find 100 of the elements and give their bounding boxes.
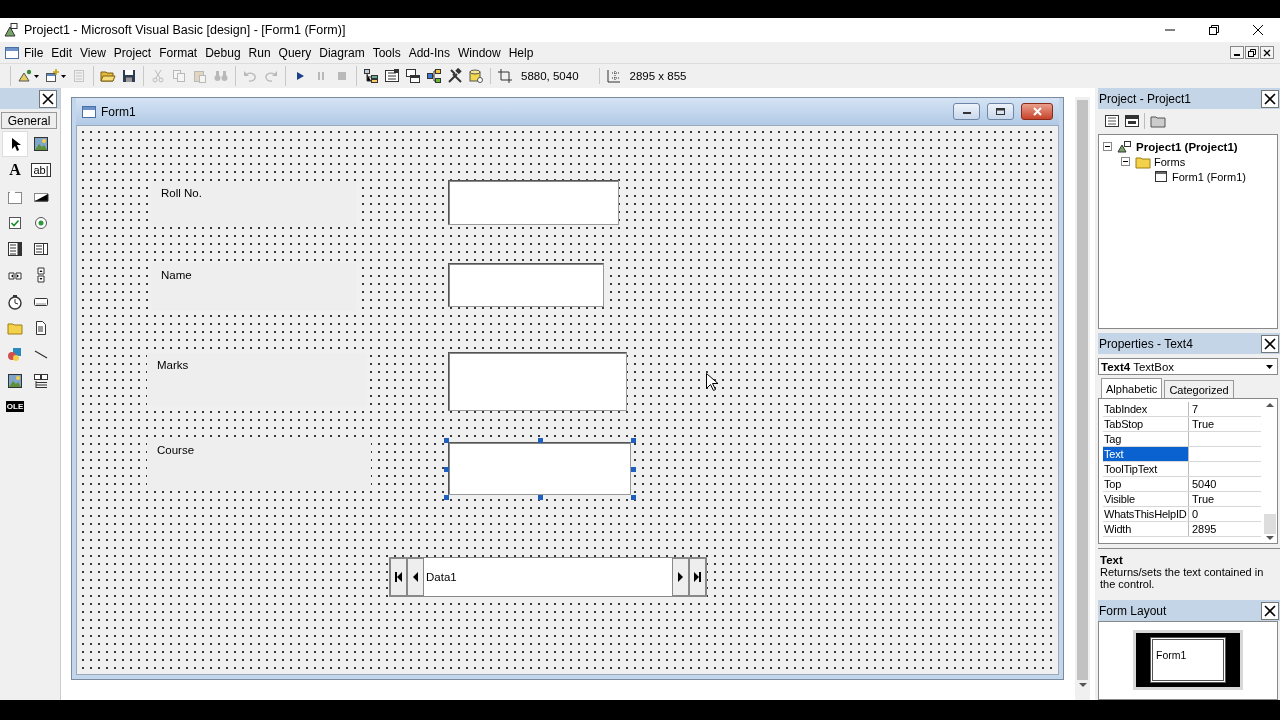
property-name[interactable]: ToolTipText <box>1103 462 1189 476</box>
menu-item[interactable]: Format <box>155 45 202 60</box>
panel-title: Project - Project1 <box>1099 91 1193 106</box>
close-icon <box>42 92 54 105</box>
selection-handle[interactable] <box>537 495 543 500</box>
menu-item[interactable]: Help <box>504 45 538 60</box>
file-icon <box>33 320 49 337</box>
close-button[interactable] <box>1261 601 1279 620</box>
first-record-button[interactable] <box>390 558 407 596</box>
toolbox-tool[interactable] <box>2 131 28 157</box>
property-value[interactable]: 5040 <box>1189 477 1261 491</box>
object-dropdown[interactable]: Text4 TextBox <box>1098 358 1278 375</box>
toggle-folders-button[interactable] <box>1144 113 1166 129</box>
child-restore-button[interactable] <box>1245 46 1259 59</box>
object-browser-button[interactable] <box>426 66 442 86</box>
selection-handle[interactable] <box>537 438 543 443</box>
view-code-button[interactable] <box>1104 113 1120 129</box>
toolbox-tool[interactable]: A <box>2 157 28 184</box>
next-record-button[interactable] <box>672 558 689 596</box>
property-name[interactable]: Top <box>1103 477 1189 491</box>
paste-icon <box>192 68 208 84</box>
form-icon <box>82 104 96 119</box>
menu-item[interactable]: Run <box>244 45 275 60</box>
child-close-button[interactable] <box>1260 46 1274 59</box>
data-control-icon <box>33 372 49 389</box>
property-name[interactable]: Text <box>1103 447 1189 461</box>
selection-handle[interactable] <box>631 438 636 443</box>
view-object-button[interactable] <box>1124 113 1140 129</box>
menu-item[interactable]: Window <box>454 45 505 60</box>
maximize-button[interactable] <box>987 103 1014 120</box>
selection-handle[interactable] <box>444 438 449 443</box>
text-box[interactable] <box>448 180 619 225</box>
vertical-scrollbar[interactable] <box>1262 402 1277 543</box>
properties-tab[interactable]: Categorized <box>1164 380 1234 398</box>
property-value[interactable]: 7 <box>1189 402 1261 416</box>
toolbox-tool[interactable]: OLE <box>2 393 28 420</box>
window-title: Project1 - Microsoft Visual Basic [design] - [Form1 (Form)] <box>24 23 346 37</box>
close-button[interactable] <box>1261 334 1279 353</box>
menu-item[interactable]: Add-Ins <box>404 45 454 60</box>
minus-sign-icon <box>1103 142 1112 151</box>
menu-item[interactable]: Project <box>109 45 156 60</box>
text-box[interactable] <box>448 442 631 495</box>
scroll-thumb[interactable] <box>1263 514 1276 534</box>
close-icon <box>1264 604 1276 617</box>
property-value[interactable]: True <box>1189 417 1261 431</box>
option-button-icon <box>33 214 49 231</box>
toolbox-tool[interactable]: ab| <box>28 157 54 184</box>
data-control[interactable]: Data1 <box>389 557 707 597</box>
property-name[interactable]: TabIndex <box>1103 402 1189 416</box>
menu-item[interactable]: Edit <box>47 45 77 60</box>
folder-icon <box>7 320 23 337</box>
text-box[interactable] <box>448 352 627 411</box>
menu-item[interactable]: Diagram <box>315 45 369 60</box>
tree-item[interactable]: Forms <box>1154 155 1186 168</box>
text-box[interactable] <box>448 263 604 307</box>
property-value[interactable]: 2895 <box>1189 522 1261 536</box>
property-value[interactable]: 0 <box>1189 507 1261 521</box>
minimize-button[interactable] <box>953 103 980 120</box>
selection-handle[interactable] <box>631 495 636 500</box>
selection-handle[interactable] <box>444 466 449 472</box>
general-tab[interactable]: General <box>1 112 57 129</box>
database-button[interactable] <box>468 66 484 86</box>
close-button[interactable] <box>1261 89 1279 108</box>
property-name[interactable]: WhatsThisHelpID <box>1103 507 1189 521</box>
app-icon <box>3 22 19 38</box>
dropdown-caret-icon <box>61 74 66 78</box>
mouse-cursor-icon <box>706 373 718 391</box>
position-icon <box>497 68 513 84</box>
properties-tab[interactable]: Alphabetic <box>1101 378 1163 398</box>
tree-item[interactable]: Project1 (Project1) <box>1136 140 1238 153</box>
collapse-icon[interactable] <box>1121 157 1132 166</box>
panel-title: Properties - Text4 <box>1099 336 1194 351</box>
selection-handle[interactable] <box>444 495 449 500</box>
menu-item[interactable]: Tools <box>368 45 405 60</box>
windows-button[interactable] <box>405 66 421 86</box>
last-record-button[interactable] <box>689 558 706 596</box>
child-minimize-button[interactable] <box>1230 46 1244 59</box>
close-icon <box>1253 25 1263 35</box>
property-name[interactable]: Tag <box>1103 432 1189 446</box>
property-value[interactable]: True <box>1189 492 1261 506</box>
menu-item[interactable]: Debug <box>201 45 245 60</box>
close-button[interactable] <box>39 89 57 108</box>
menu-item[interactable]: Query <box>274 45 316 60</box>
property-name[interactable]: Width <box>1103 522 1189 536</box>
view-object-icon <box>1124 113 1140 129</box>
copy-icon <box>171 68 187 84</box>
form-preview[interactable]: Form1 <box>1150 637 1226 683</box>
property-name[interactable]: Visible <box>1103 492 1189 506</box>
previous-record-button[interactable] <box>407 558 424 596</box>
close-button[interactable] <box>1021 103 1053 120</box>
menu-item[interactable]: File <box>20 45 48 60</box>
selection-handle[interactable] <box>631 466 636 472</box>
project-tree-button[interactable] <box>363 66 379 86</box>
property-name[interactable]: TabStop <box>1103 417 1189 431</box>
menu-item[interactable]: View <box>76 45 110 60</box>
scroll-down-icon <box>1078 683 1087 687</box>
tree-item[interactable]: Form1 (Form1) <box>1172 170 1246 183</box>
collapse-icon[interactable] <box>1103 142 1114 151</box>
form-label[interactable]: Marks <box>147 353 366 406</box>
vertical-scrollbar[interactable] <box>1075 97 1090 700</box>
